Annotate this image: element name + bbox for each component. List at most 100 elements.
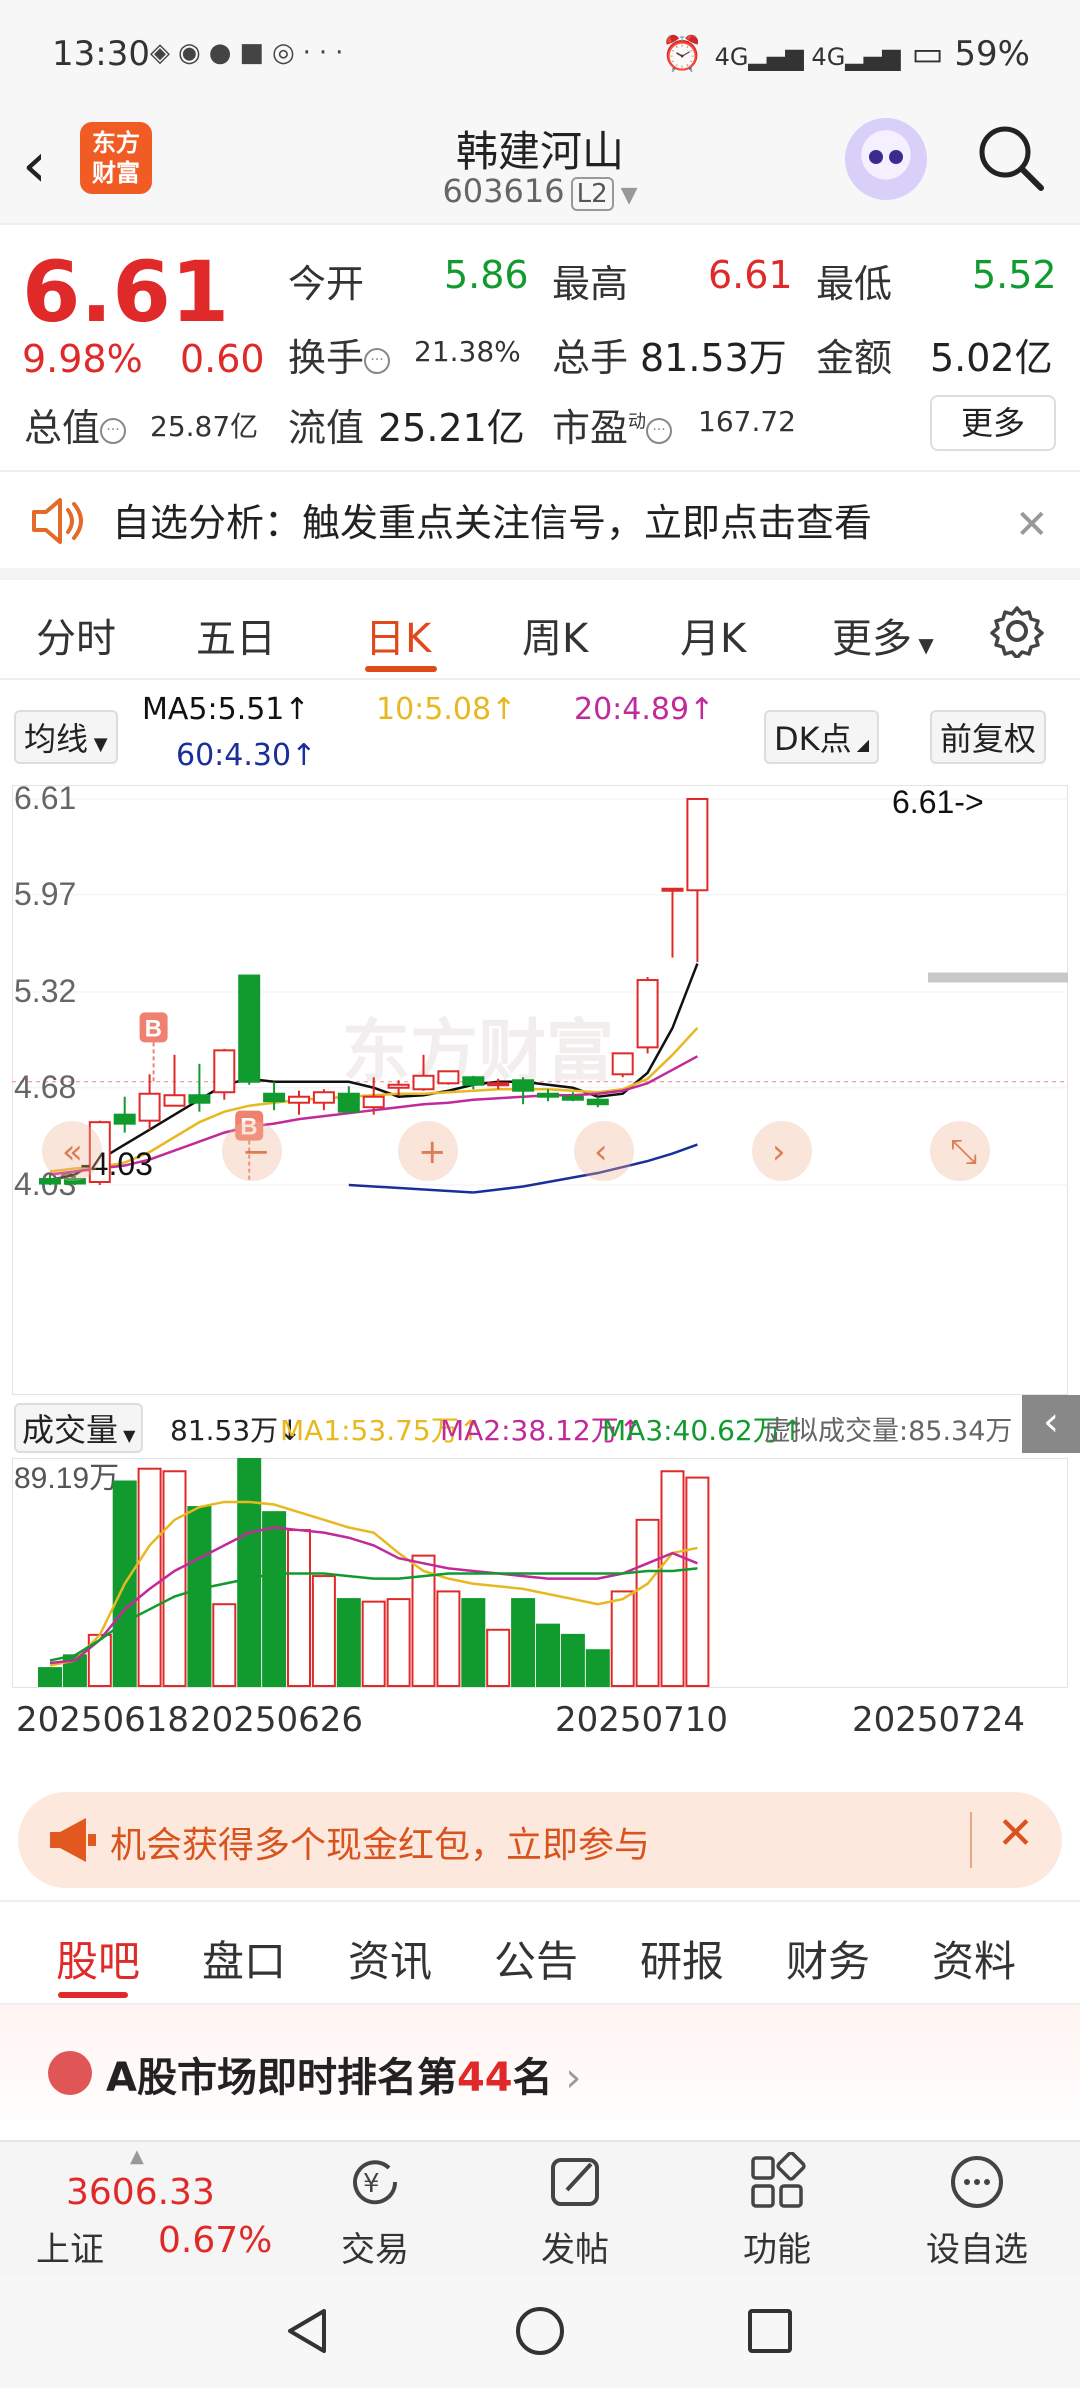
scroll-right-icon[interactable]: › — [752, 1121, 812, 1181]
ma60-label: 60:4.30↑ — [176, 738, 317, 773]
zoom-out-icon-glyph: − — [242, 1132, 271, 1172]
nav-back-icon[interactable] — [280, 2303, 336, 2359]
candle-body — [362, 1095, 385, 1109]
tab-weekly-k[interactable]: 周K — [522, 606, 588, 664]
ma20-label: 20:4.89↑ — [574, 692, 715, 727]
kline-chart[interactable]: 东方财富 6.615.975.324.684.03 6.61->-4.03BB«… — [12, 785, 1068, 1395]
info-icon[interactable]: ··· — [100, 417, 127, 444]
volume-bar — [660, 1470, 685, 1687]
date-label: 20250618 — [16, 1700, 190, 1740]
status-bar: 13:30 ◈◉●■◎··· ⏰ 4G▂▄▆ 4G▂▄▆ ▭ 59% — [0, 0, 1080, 110]
candle-body — [661, 887, 684, 892]
rank-suffix: 名 — [512, 2055, 553, 2101]
nav-add-watchlist[interactable]: 设自选 — [912, 2152, 1042, 2272]
nav-trade-label: 交易 — [341, 2230, 409, 2270]
caret-up-icon: ▲ — [130, 2146, 144, 2167]
candle-body — [312, 1091, 335, 1104]
volume-bar — [311, 1575, 336, 1687]
rank-text: A股市场即时排名第44名 › — [106, 2045, 581, 2103]
zoom-in-icon[interactable]: + — [398, 1121, 458, 1181]
mktcap-label: 总值 ··· — [24, 397, 132, 452]
active-tab-indicator — [365, 666, 437, 672]
ma-legend: 均线 ▼ MA5:5.51↑ 10:5.08↑ 20:4.89↑ 60:4.30… — [0, 680, 1080, 780]
volume-bar — [685, 1476, 710, 1687]
tab-news[interactable]: 资讯 — [348, 1928, 432, 1989]
ma-selector[interactable]: 均线 ▼ — [14, 710, 118, 764]
candle-body — [163, 1094, 186, 1107]
pe-label-text: 市盈 — [552, 406, 629, 450]
nav-functions[interactable]: 功能 — [712, 2152, 842, 2272]
gear-icon[interactable] — [990, 604, 1044, 658]
info-icon[interactable]: ··· — [364, 347, 391, 374]
nav-add-watchlist-label: 设自选 — [926, 2230, 1028, 2270]
scroll-left-icon[interactable]: ‹ — [574, 1121, 634, 1181]
candle-body — [686, 798, 709, 892]
tab-research[interactable]: 研报 — [640, 1928, 724, 1989]
app-notification-icon: ● — [208, 38, 240, 68]
market-rank[interactable]: A股市场即时排名第44名 › — [0, 2005, 1080, 2140]
tab-guba[interactable]: 股吧 — [56, 1928, 140, 1989]
nav-trade[interactable]: ¥ 交易 — [310, 2152, 440, 2272]
chevron-down-icon: ▼ — [613, 183, 638, 208]
collapse-panel-button[interactable]: ‹ — [1022, 1395, 1080, 1453]
candle-body — [462, 1076, 485, 1086]
prev-close-band — [928, 972, 1068, 983]
tab-announcements[interactable]: 公告 — [494, 1928, 578, 1989]
info-icon[interactable]: ··· — [646, 417, 673, 444]
virtual-volume: 虚拟成交量:85.34万 — [764, 1416, 1013, 1447]
nav-home-icon[interactable] — [512, 2303, 568, 2359]
ma10-label: 10:5.08↑ — [376, 692, 517, 727]
more-button[interactable]: 更多 — [930, 395, 1056, 451]
index-ticker[interactable]: ▲ 3606.33 上证 0.67% — [20, 2146, 272, 2270]
tab-more[interactable]: 更多 ▼ — [832, 606, 934, 664]
tab-finance[interactable]: 财务 — [786, 1928, 870, 1989]
zoom-in-icon-glyph: + — [418, 1132, 447, 1172]
alert-banner[interactable]: 自选分析：触发重点关注信号，立即点击查看 ✕ — [0, 470, 1080, 580]
candle-body — [487, 1082, 510, 1087]
edit-icon — [551, 2158, 599, 2206]
candle-body — [561, 1095, 584, 1101]
search-icon[interactable] — [975, 122, 1047, 194]
candle-body — [387, 1083, 410, 1089]
open-label: 今开 — [288, 262, 365, 306]
zoom-out-icon[interactable]: − — [222, 1121, 282, 1181]
dk-point-selector[interactable]: DK点 ◢ — [764, 710, 880, 764]
nav-post[interactable]: 发帖 — [510, 2152, 640, 2272]
tab-monthly-k[interactable]: 月K — [680, 606, 746, 664]
scroll-left-icon-glyph: ‹ — [594, 1132, 608, 1172]
promo-banner[interactable]: 机会获得多个现金红包，立即参与 ✕ — [18, 1792, 1062, 1888]
scroll-left-far-icon[interactable]: « — [42, 1121, 102, 1181]
candle-body — [138, 1092, 161, 1122]
tab-daily-k[interactable]: 日K — [365, 606, 431, 664]
volume-selector[interactable]: 成交量 ▼ — [14, 1403, 144, 1453]
tab-five-day[interactable]: 五日 — [196, 606, 276, 664]
close-icon[interactable]: ✕ — [997, 1808, 1034, 1859]
adjust-selector[interactable]: 前复权 — [930, 710, 1047, 764]
candle-body — [586, 1098, 609, 1106]
app-notification-icon: ■ — [239, 38, 272, 68]
chevron-down-icon: ▼ — [118, 1426, 136, 1445]
system-nav-bar — [0, 2275, 1080, 2388]
candle-body — [213, 1049, 236, 1094]
tab-profile[interactable]: 资料 — [932, 1928, 1016, 1989]
nav-recents-icon[interactable] — [742, 2303, 798, 2359]
volume-label: 总手 — [552, 336, 629, 380]
volume-bar — [511, 1598, 536, 1687]
fullscreen-icon[interactable]: ⤡ — [930, 1121, 990, 1181]
volume-bar — [237, 1458, 262, 1687]
more-notifications: ··· — [302, 38, 352, 68]
fullscreen-icon-glyph: ⤡ — [950, 1132, 977, 1172]
y-tick-label: 6.61 — [14, 785, 76, 816]
level2-badge: L2 — [570, 177, 614, 211]
battery-icon: ▭ — [911, 34, 944, 74]
tab-intraday[interactable]: 分时 — [36, 606, 116, 664]
close-icon[interactable]: ✕ — [1015, 502, 1049, 548]
volume-bar — [461, 1598, 486, 1687]
tab-pankou[interactable]: 盘口 — [202, 1928, 286, 1989]
pe-value: 167.72 — [698, 405, 796, 438]
notification-icons: ◈◉●■◎··· — [150, 38, 351, 68]
turnover-value: 21.38% — [414, 335, 521, 368]
assistant-robot-icon[interactable] — [845, 118, 927, 200]
volume-bar — [137, 1467, 162, 1688]
volume-bar — [386, 1598, 411, 1687]
